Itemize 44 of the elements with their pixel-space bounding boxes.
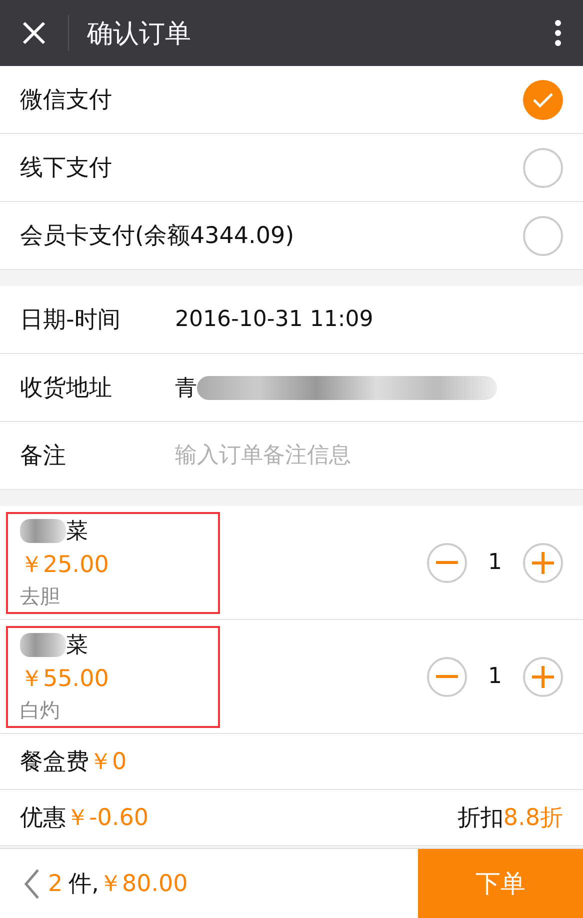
- plus-icon: [532, 666, 554, 688]
- payment-radio[interactable]: [523, 80, 563, 120]
- rate-label: 折扣: [457, 804, 504, 833]
- increase-button[interactable]: [523, 542, 563, 582]
- dish-name: 菜: [66, 632, 88, 660]
- blurred-patch: [20, 632, 66, 656]
- dish-name: 菜: [66, 518, 88, 546]
- discount-label: 优惠: [20, 804, 66, 833]
- payment-radio[interactable]: [523, 148, 563, 188]
- note-field[interactable]: 备注 输入订单备注信息: [0, 422, 583, 490]
- more-icon: [555, 20, 561, 46]
- quantity-value: 1: [487, 550, 503, 575]
- field-label: 备注: [20, 442, 67, 471]
- field-label: 收货地址: [20, 374, 113, 403]
- quantity-value: 1: [487, 664, 503, 689]
- count-unit: 件,: [68, 870, 99, 899]
- decrease-button[interactable]: [427, 542, 467, 582]
- dish-price: ￥55.00: [20, 664, 110, 694]
- chevron-left-icon: [24, 868, 40, 900]
- payment-method-label: 会员卡支付(余额4344.09): [20, 222, 294, 251]
- date-time-value: 2016-10-31 11:09: [175, 307, 374, 332]
- box-fee-amount: ￥0: [89, 748, 127, 777]
- dish-note: 去胆: [20, 582, 61, 610]
- total-amount: ￥80.00: [98, 870, 188, 899]
- minus-icon: [436, 560, 458, 564]
- dish-price: ￥25.00: [20, 550, 110, 580]
- blurred-patch: [20, 518, 66, 542]
- payment-method-label: 微信支付: [20, 86, 112, 115]
- payment-radio[interactable]: [523, 216, 563, 256]
- address-value: 青: [175, 374, 197, 402]
- decrease-button[interactable]: [427, 656, 467, 696]
- payment-method-label: 线下支付: [20, 154, 112, 183]
- checkmark-icon: [532, 92, 554, 108]
- page-title: 确认订单: [87, 18, 192, 50]
- discount-amount: ￥-0.60: [66, 804, 149, 833]
- dish-note: 白灼: [20, 696, 61, 724]
- close-icon: [22, 21, 46, 45]
- rate-value: 8.8折: [503, 804, 563, 833]
- increase-button[interactable]: [523, 656, 563, 696]
- item-count: 2: [48, 870, 63, 896]
- minus-icon: [436, 674, 458, 678]
- box-fee-label: 餐盒费: [20, 748, 89, 777]
- field-label: 日期-时间: [20, 306, 122, 335]
- plus-icon: [532, 552, 554, 574]
